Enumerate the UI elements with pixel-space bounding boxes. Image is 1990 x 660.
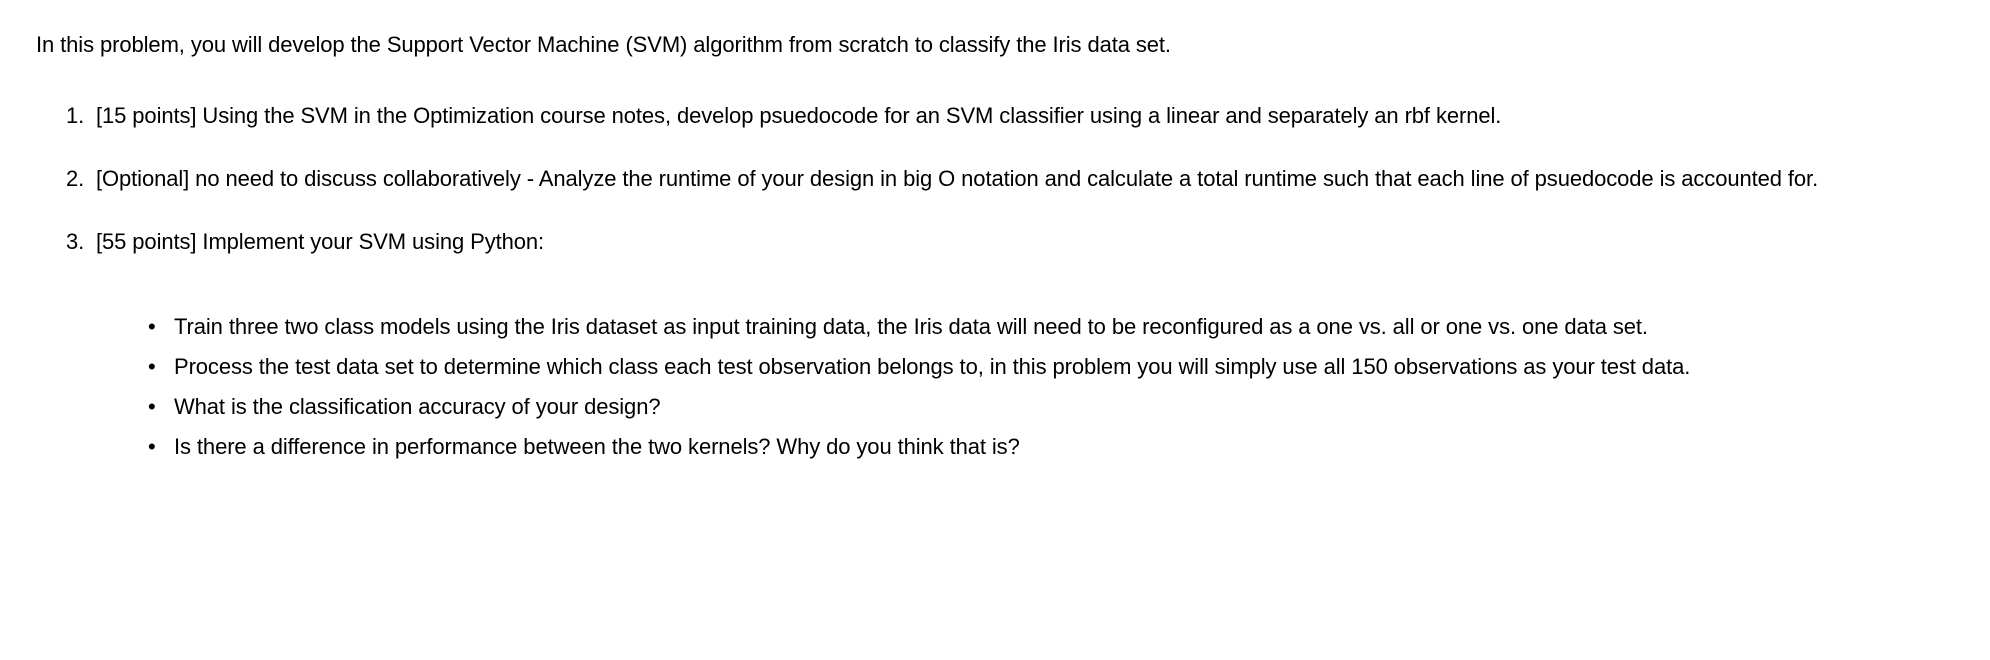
sub-list-item-text: What is the classification accuracy of y… [174, 394, 660, 419]
sub-list-item: What is the classification accuracy of y… [148, 390, 1954, 424]
list-item: [55 points] Implement your SVM using Pyt… [66, 225, 1954, 464]
main-ordered-list: [15 points] Using the SVM in the Optimiz… [36, 99, 1954, 464]
sub-bullet-list: Train three two class models using the I… [96, 310, 1954, 464]
list-item: [Optional] no need to discuss collaborat… [66, 162, 1954, 195]
sub-list-item-text: Is there a difference in performance bet… [174, 434, 1020, 459]
list-item: [15 points] Using the SVM in the Optimiz… [66, 99, 1954, 132]
sub-list-item-text: Process the test data set to determine w… [174, 354, 1690, 379]
list-item-text: [15 points] Using the SVM in the Optimiz… [96, 103, 1501, 128]
intro-paragraph: In this problem, you will develop the Su… [36, 28, 1954, 61]
sub-list-item: Process the test data set to determine w… [148, 350, 1954, 384]
list-item-text: [55 points] Implement your SVM using Pyt… [96, 229, 544, 254]
sub-list-item-text: Train three two class models using the I… [174, 314, 1648, 339]
sub-list-item: Is there a difference in performance bet… [148, 430, 1954, 464]
list-item-text: [Optional] no need to discuss collaborat… [96, 166, 1818, 191]
sub-list-item: Train three two class models using the I… [148, 310, 1954, 344]
